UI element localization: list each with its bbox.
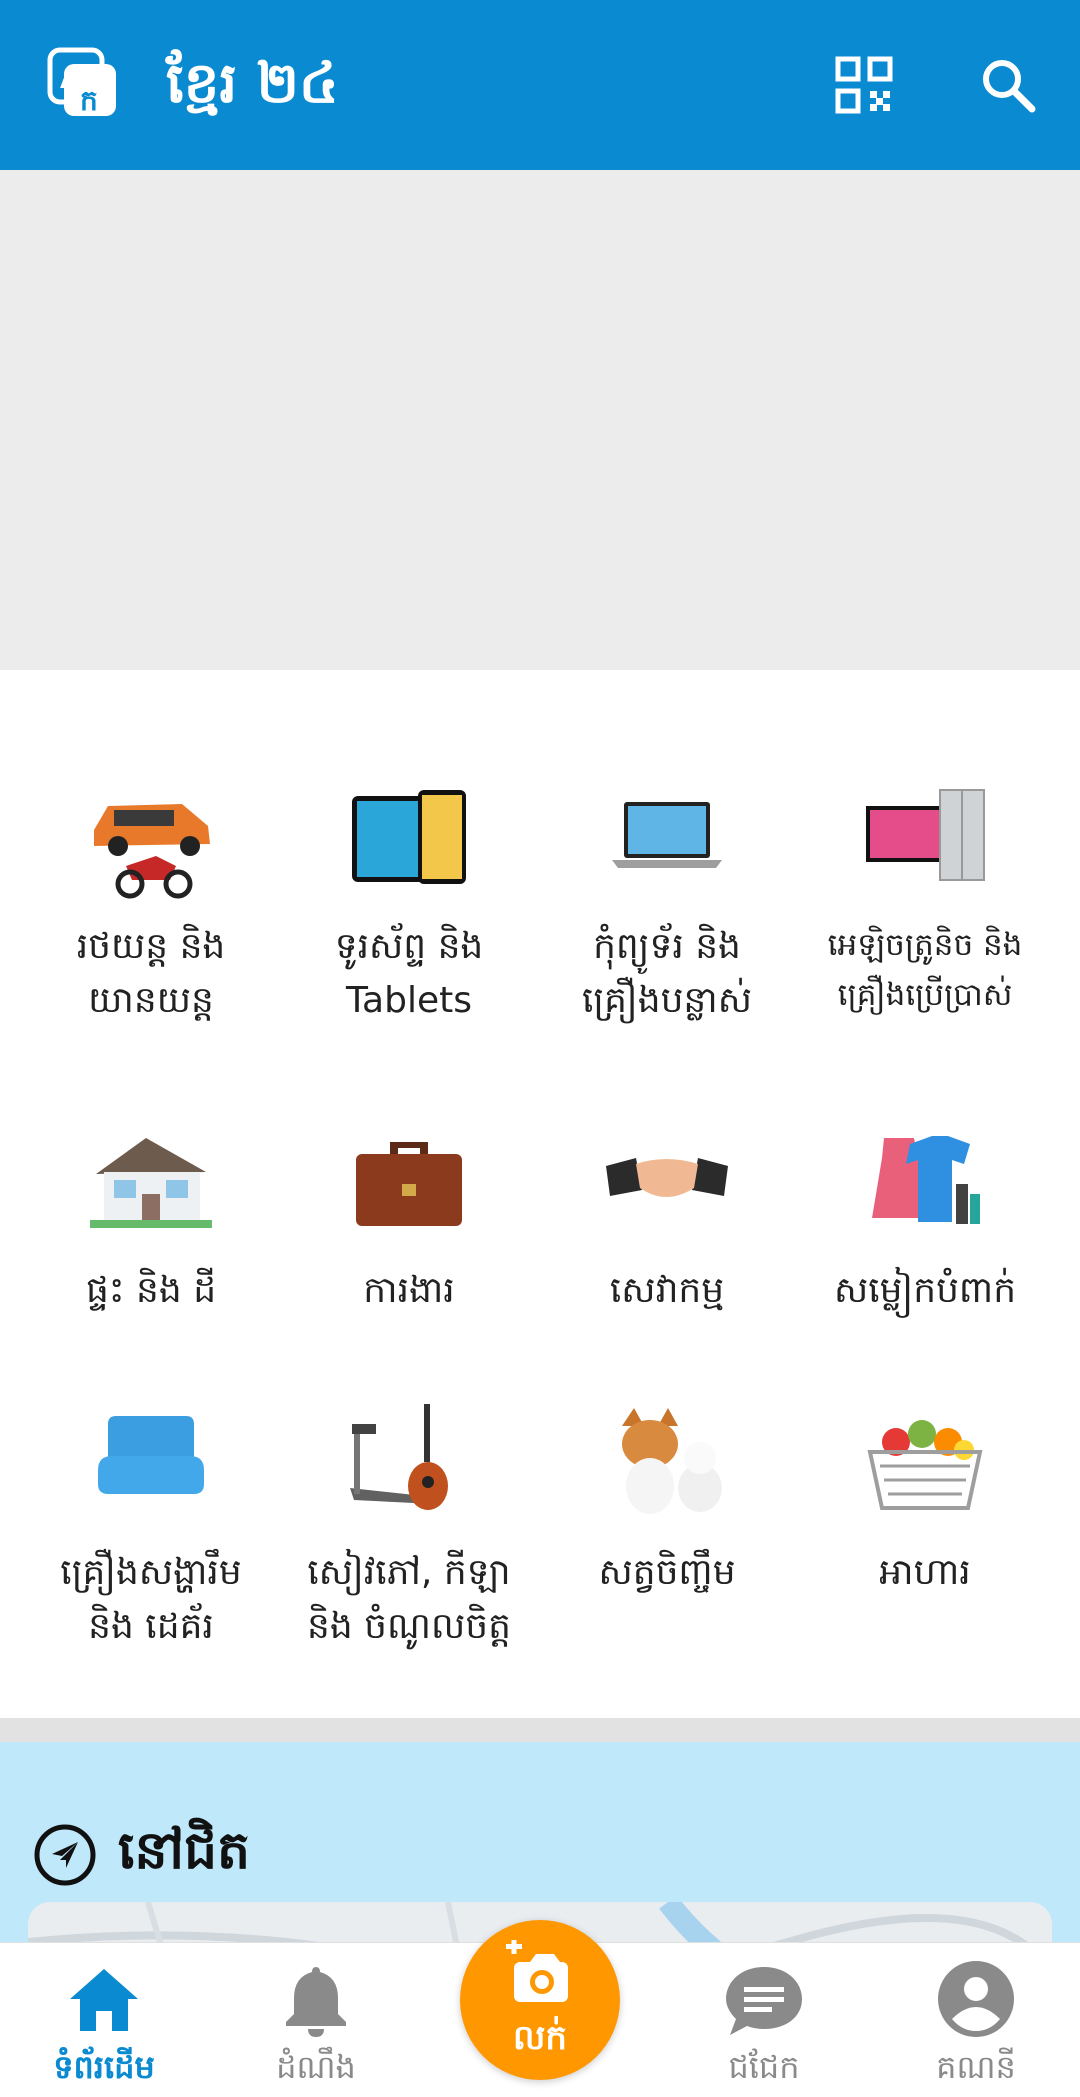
nav-account-label: គណនី	[936, 2048, 1016, 2086]
nav-notifications[interactable]: ដំណឹង	[226, 1943, 406, 2097]
category-label: រថយន្ត និង យានយន្ត	[76, 926, 226, 1021]
category-grid: រថយន្ត និង យានយន្ត ទូរស័ព្ទ និង Tablets …	[0, 670, 1080, 1720]
navigation-arrow-icon	[34, 1824, 96, 1886]
house-icon	[90, 1138, 212, 1228]
nav-notifications-label: ដំណឹង	[276, 2048, 356, 2086]
bell-icon	[286, 1967, 346, 2037]
nav-account[interactable]: គណនី	[886, 1943, 1066, 2097]
category-pets[interactable]: សត្វចិញ្ចឹម	[538, 1396, 796, 1676]
app-logo-icon[interactable]: A ក	[46, 46, 122, 122]
category-phones[interactable]: ទូរស័ព្ទ និង Tablets	[280, 770, 538, 1050]
category-label: សម្លៀកបំពាក់	[833, 1270, 1017, 1311]
category-label: គ្រឿងសង្ហារឹម និង ដេគ័រ	[60, 1552, 242, 1647]
category-services[interactable]: សេវាកម្ម	[538, 1114, 796, 1394]
category-furniture[interactable]: គ្រឿងសង្ហារឹម និង ដេគ័រ	[22, 1396, 280, 1676]
category-label: កុំព្យូទ័រ និង គ្រឿងបន្លាស់	[582, 926, 752, 1021]
laptop-icon	[612, 802, 722, 868]
category-label: ការងារ	[363, 1270, 455, 1311]
account-icon	[938, 1961, 1014, 2037]
clothing-icon	[872, 1136, 980, 1224]
qr-code-icon[interactable]	[834, 55, 894, 115]
app-title: ខ្មែរ ២៤	[166, 51, 339, 116]
category-label: សត្វចិញ្ចឹម	[598, 1552, 736, 1593]
electronics-icon	[866, 789, 985, 881]
banner-ad-area[interactable]	[0, 170, 1080, 670]
nav-home[interactable]: ទំព័រដើម	[14, 1943, 194, 2097]
section-divider	[0, 1718, 1080, 1742]
nav-chat[interactable]: ជជែក	[674, 1943, 854, 2097]
category-computers[interactable]: កុំព្យូទ័រ និង គ្រឿងបន្លាស់	[538, 770, 796, 1050]
add-photo-camera-icon	[506, 1940, 568, 2002]
category-label: ផ្ទះ និង ដី	[85, 1270, 217, 1311]
app-bar: A ក ខ្មែរ ២៤	[0, 0, 1080, 170]
sofa-icon	[98, 1416, 204, 1494]
briefcase-icon	[356, 1142, 462, 1226]
handshake-icon	[606, 1158, 728, 1197]
category-hobbies[interactable]: សៀវភៅ, កីឡា និង ចំណូលចិត្ត	[280, 1396, 538, 1676]
category-electronics[interactable]: អេឡិចត្រូនិច និង គ្រឿងប្រើប្រាស់	[796, 770, 1054, 1050]
category-label: សេវាកម្ម	[609, 1270, 725, 1311]
food-basket-icon	[867, 1420, 983, 1510]
category-clothing[interactable]: សម្លៀកបំពាក់	[796, 1114, 1054, 1394]
category-label: ទូរស័ព្ទ និង Tablets	[334, 926, 484, 1021]
sports-hobby-icon	[350, 1404, 448, 1510]
sell-label: លក់	[513, 2018, 567, 2058]
pets-icon	[622, 1408, 722, 1514]
category-label: អេឡិចត្រូនិច និង គ្រឿងប្រើប្រាស់	[827, 927, 1023, 1013]
category-property[interactable]: ផ្ទះ និង ដី	[22, 1114, 280, 1394]
nav-chat-label: ជជែក	[728, 2048, 800, 2086]
svg-text:ក: ក	[80, 84, 98, 117]
home-icon	[70, 1969, 138, 2031]
nearby-title: នៅជិត	[118, 1821, 251, 1881]
search-icon[interactable]	[978, 55, 1038, 115]
category-label: សៀវភៅ, កីឡា និង ចំណូលចិត្ត	[307, 1552, 511, 1647]
phone-tablet-icon	[352, 790, 466, 884]
category-jobs[interactable]: ការងារ	[280, 1114, 538, 1394]
category-vehicles[interactable]: រថយន្ត និង យានយន្ត	[22, 770, 280, 1050]
chat-bubble-icon	[726, 1967, 802, 2035]
category-food[interactable]: អាហារ	[796, 1396, 1054, 1676]
car-motorbike-icon	[94, 804, 210, 899]
category-label: អាហារ	[879, 1552, 971, 1593]
sell-button[interactable]: លក់	[460, 1920, 620, 2080]
nav-home-label: ទំព័រដើម	[53, 2048, 155, 2086]
